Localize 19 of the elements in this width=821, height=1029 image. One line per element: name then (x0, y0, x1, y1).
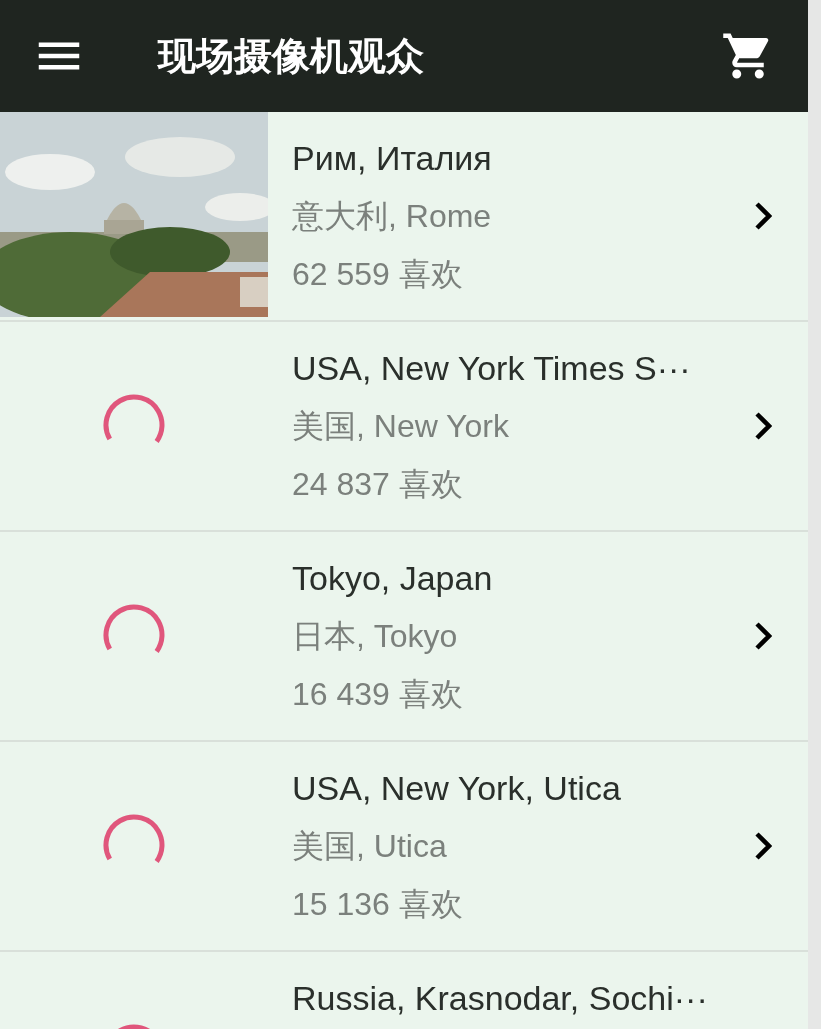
likes-count: 62 559 喜欢 (292, 255, 464, 294)
camera-title: Рим, Италия (292, 138, 493, 179)
camera-title: Tokyo, Japan (292, 558, 494, 599)
camera-title: USA, New York, Utica (292, 768, 622, 809)
camera-title: USA, New York Times S··· (292, 348, 692, 389)
camera-title: Russia, Krasnodar, Sochi··· (292, 978, 709, 1019)
likes-count: 15 136 喜欢 (292, 885, 464, 924)
chevron-right-icon (754, 831, 772, 861)
camera-location: 美国, New York (292, 407, 510, 446)
chevron-right-icon (754, 621, 772, 651)
camera-location: 日本, Tokyo (292, 617, 459, 656)
likes-count: 16 439 喜欢 (292, 675, 464, 714)
camera-location: 意大利, Rome (292, 197, 493, 236)
app-title: 现场摄像机观众 (158, 33, 425, 79)
chevron-right-icon (754, 411, 772, 441)
camera-location: 美国, Utica (292, 827, 448, 866)
likes-count: 24 837 喜欢 (292, 465, 464, 504)
chevron-right-icon (754, 201, 772, 231)
camera-row[interactable]: Рим, Италия 意大利, Rome 62 559 喜欢 (0, 112, 808, 322)
